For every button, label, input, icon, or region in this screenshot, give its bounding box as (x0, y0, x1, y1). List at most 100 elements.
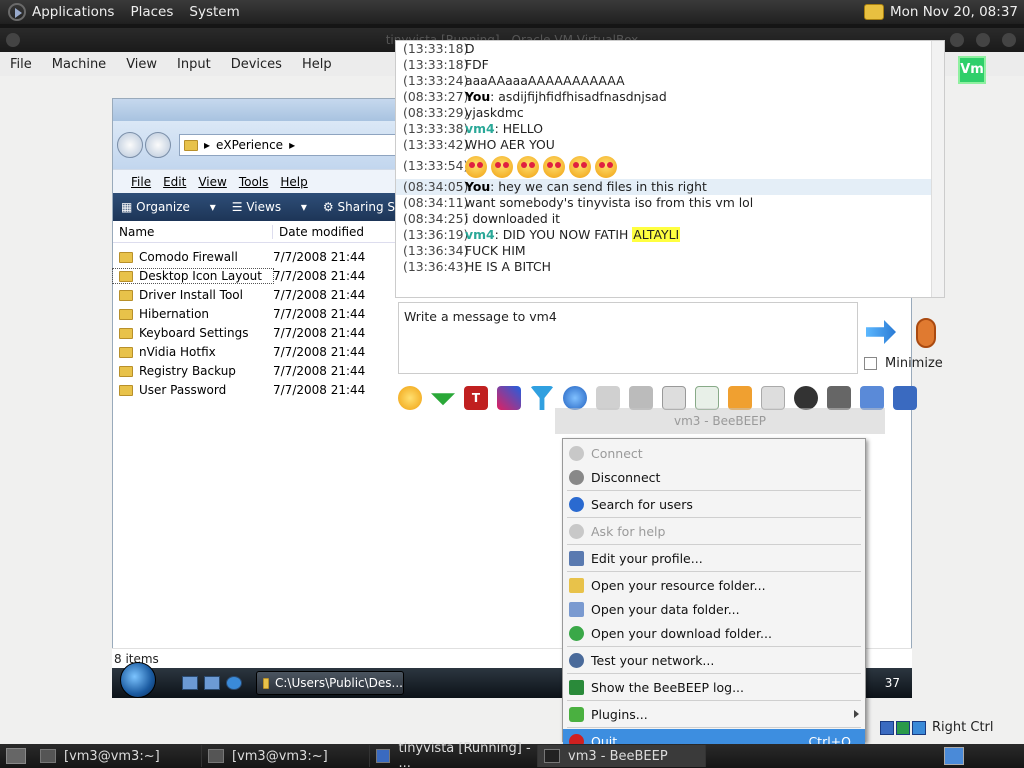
menu-item-disconnect[interactable]: Disconnect (563, 465, 865, 489)
save-icon[interactable] (893, 386, 917, 410)
forward-button[interactable] (145, 132, 171, 158)
message-text: : hey we can send files in this right (490, 179, 707, 194)
menu-item-plugins[interactable]: Plugins... (563, 702, 865, 726)
menu-file[interactable]: File (0, 57, 42, 72)
column-date-modified[interactable]: Date modified (273, 225, 393, 239)
menu-item-test-network[interactable]: Test your network... (563, 648, 865, 672)
network-status-icon[interactable] (880, 720, 894, 735)
heart-eyes-emoji-icon (465, 155, 487, 178)
close-window-icon[interactable] (1002, 33, 1016, 47)
taskbar-item-terminal-2[interactable]: [vm3@vm3:~] (202, 745, 370, 767)
update-notifier-icon[interactable] (863, 4, 884, 20)
panel-clock[interactable]: Mon Nov 20, 08:37 (890, 4, 1018, 20)
back-button[interactable] (117, 132, 143, 158)
start-orb-icon[interactable] (120, 662, 156, 698)
connect-icon (569, 445, 584, 461)
column-name[interactable]: Name (113, 224, 273, 239)
gnome-foot-icon[interactable] (8, 3, 26, 21)
taskbar-item-beebeep[interactable]: vm3 - BeeBEEP (538, 745, 706, 767)
download-status-icon[interactable] (912, 720, 926, 735)
message-text: yjaskdmc (465, 105, 524, 120)
checkbox-icon[interactable] (864, 357, 877, 370)
places-menu[interactable]: Places (130, 4, 173, 20)
menu-machine[interactable]: Machine (42, 57, 116, 72)
explorer-menu-view[interactable]: View (192, 175, 232, 189)
code-icon[interactable] (761, 386, 785, 410)
menu-view[interactable]: View (116, 57, 167, 72)
internet-explorer-icon[interactable] (226, 676, 242, 690)
screenshot-icon[interactable] (794, 386, 818, 410)
settings-icon[interactable] (563, 386, 587, 410)
microphone-icon[interactable] (916, 318, 936, 348)
chat-history: (13:33:18)D (13:33:18)FDF (13:33:24)aaaA… (395, 40, 945, 298)
minimize-window-icon[interactable] (950, 33, 964, 47)
explorer-menu-file[interactable]: File (125, 175, 157, 189)
minimize-checkbox[interactable]: Minimize (864, 356, 943, 371)
vbox-status-icon[interactable] (896, 720, 910, 735)
menu-item-show-log[interactable]: Show the BeeBEEP log... (563, 675, 865, 699)
file-date: 7/7/2008 21:44 (273, 344, 366, 359)
breadcrumb-path[interactable]: eXPerience (216, 138, 283, 152)
message-input[interactable]: Write a message to vm4 (398, 302, 858, 374)
organize-button[interactable]: ▦ Organize ▾ (121, 200, 216, 214)
taskbar-item-virtualbox[interactable]: tinyvista [Running] - ... (370, 741, 538, 768)
send-folder-icon[interactable] (728, 386, 752, 410)
menu-item-ask-help[interactable]: Ask for help (563, 519, 865, 543)
terminal-icon (208, 749, 224, 763)
taskbar-item-label: tinyvista [Running] - ... (398, 741, 531, 768)
switch-windows-icon[interactable] (204, 676, 220, 690)
menu-item-download-folder[interactable]: Open your download folder... (563, 621, 865, 645)
file-date: 7/7/2008 21:44 (273, 325, 366, 340)
menu-input[interactable]: Input (167, 57, 221, 72)
emoticon-icon[interactable] (398, 386, 422, 410)
message-text: : asdijfijhfidfhisadfnasdnjsad (490, 89, 667, 104)
send-file-icon[interactable] (695, 386, 719, 410)
plugin-icon (569, 706, 584, 722)
menu-item-data-folder[interactable]: Open your data folder... (563, 597, 865, 621)
file-name: Registry Backup (139, 363, 236, 378)
edit-icon[interactable] (860, 386, 884, 410)
keyboard-icon[interactable] (827, 386, 851, 410)
menu-item-label: Ask for help (591, 523, 666, 539)
minimize-label: Minimize (885, 356, 943, 371)
log-icon (569, 679, 584, 695)
send-down-icon[interactable] (431, 393, 455, 406)
submenu-arrow-icon (854, 710, 859, 718)
message-sender: vm4 (465, 227, 495, 242)
taskbar-item-terminal-1[interactable]: [vm3@vm3:~] (34, 745, 202, 767)
font-icon[interactable]: T (464, 386, 488, 410)
applications-menu[interactable]: Applications (32, 4, 114, 20)
window-menu-icon[interactable] (6, 33, 20, 47)
menu-item-label: Show the BeeBEEP log... (591, 679, 745, 695)
menu-item-search-users[interactable]: Search for users (563, 492, 865, 516)
show-desktop-icon[interactable] (182, 676, 198, 690)
explorer-menu-help[interactable]: Help (274, 175, 313, 189)
workspace-switcher-icon[interactable] (944, 747, 964, 765)
explorer-menu-edit[interactable]: Edit (157, 175, 192, 189)
bottom-taskbar: [vm3@vm3:~] [vm3@vm3:~] tinyvista [Runni… (0, 741, 1024, 768)
vm-badge-icon[interactable]: Vm (958, 56, 986, 84)
views-button[interactable]: ☰ Views ▾ (232, 200, 307, 214)
maximize-window-icon[interactable] (976, 33, 990, 47)
menu-devices[interactable]: Devices (221, 57, 292, 72)
beebeep-context-menu: Connect Disconnect Search for users Ask … (562, 438, 866, 753)
folder-icon (119, 384, 133, 396)
message-text: want somebody's tinyvista iso from this … (465, 195, 754, 210)
filter-icon[interactable] (530, 386, 554, 410)
menu-item-edit-profile[interactable]: Edit your profile... (563, 546, 865, 570)
explorer-menu-tools[interactable]: Tools (233, 175, 275, 189)
taskbar-explorer-button[interactable]: C:\Users\Public\Des... (256, 671, 404, 695)
menu-item-resource-folder[interactable]: Open your resource folder... (563, 573, 865, 597)
menu-item-connect[interactable]: Connect (563, 441, 865, 465)
music-icon[interactable] (662, 386, 686, 410)
show-desktop-icon[interactable] (6, 748, 26, 764)
color-icon[interactable] (497, 386, 521, 410)
text-icon[interactable] (629, 386, 653, 410)
message-sender: You (465, 179, 491, 194)
system-menu[interactable]: System (189, 4, 239, 20)
chat-message: (13:33:18)D (396, 41, 944, 57)
chat-scrollbar[interactable] (931, 41, 944, 297)
spellcheck-icon[interactable] (596, 386, 620, 410)
chat-message: (13:36:34)FUCK HIM (396, 243, 944, 259)
menu-help[interactable]: Help (292, 57, 342, 72)
